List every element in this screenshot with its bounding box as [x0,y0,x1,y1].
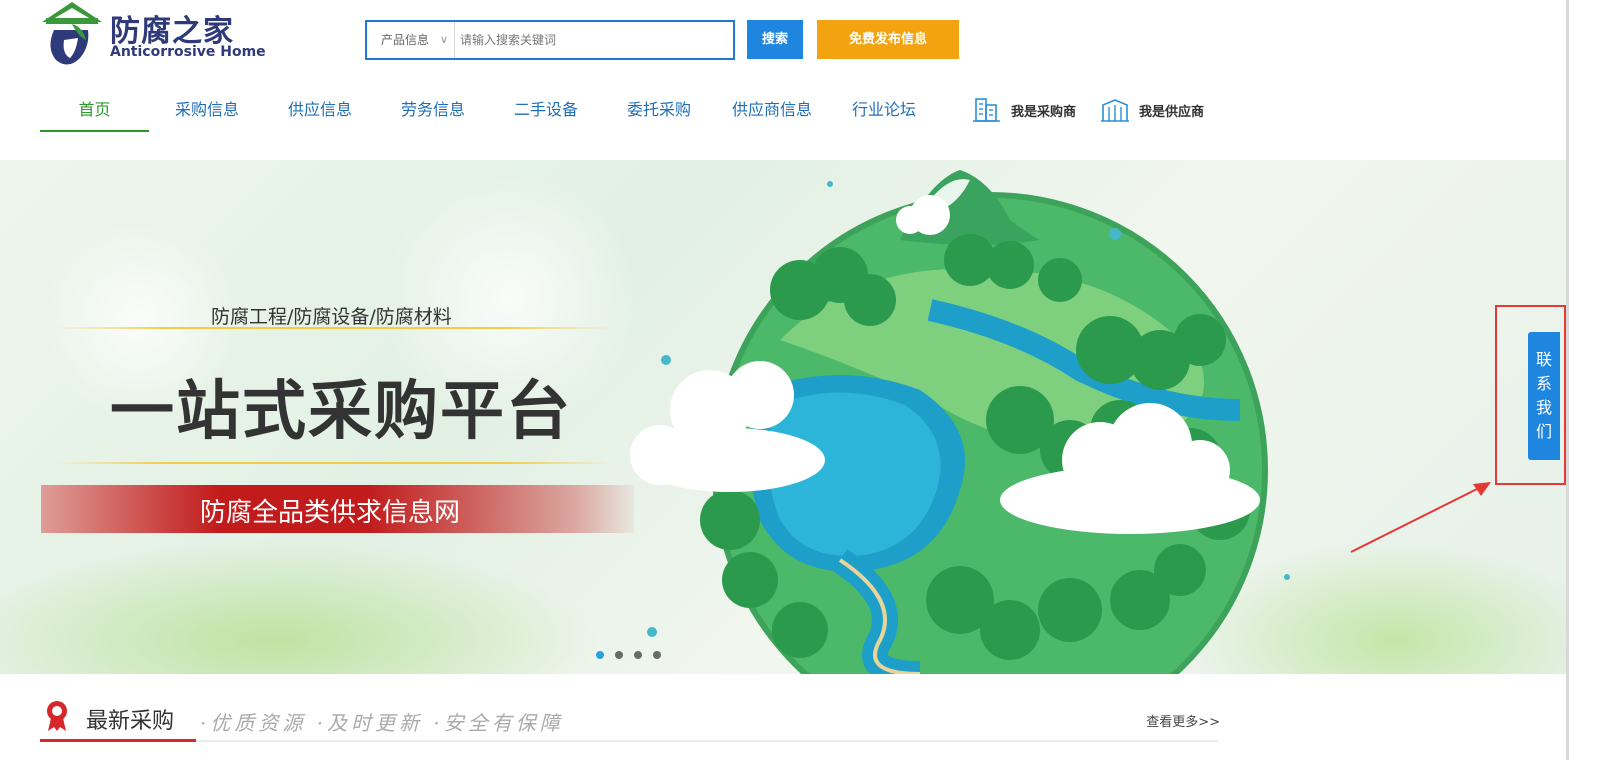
view-more-link[interactable]: 查看更多>> [1146,711,1220,730]
nav-item-home[interactable]: 首页 [40,88,149,132]
buyer-entry-label: 我是采购商 [1011,104,1077,120]
publish-info-button[interactable]: 免费发布信息 [817,20,959,59]
section-title: 最新采购 [86,709,175,734]
contact-us-label: 联系我们 [1536,350,1553,441]
logo-english-name: Anticorrosive Home [110,44,266,60]
chevron-down-icon: ∨ [439,33,448,46]
building-icon [973,98,1000,122]
factory-icon [1101,99,1129,122]
banner-gold-rule [55,327,615,329]
nav-item-purchase-info[interactable]: 采购信息 [163,88,251,132]
section-divider [40,740,1218,742]
section-slogan: ·优质资源 ·及时更新 ·安全有保障 [200,711,564,735]
carousel-dot[interactable] [634,651,642,659]
search-category-select[interactable]: 产品信息 ∨ [367,22,455,58]
banner-grass-left [0,540,600,674]
carousel-dot[interactable] [615,651,623,659]
buyer-entry[interactable]: 我是采购商 [973,96,1076,124]
carousel-dot[interactable] [653,651,661,659]
search-box: 产品信息 ∨ [365,20,735,60]
contact-us-button[interactable]: 联系我们 [1528,332,1560,460]
nav-item-supplier-info[interactable]: 供应商信息 [726,88,818,132]
page-scrollbar[interactable] [1566,0,1598,760]
nav-item-labor-info[interactable]: 劳务信息 [389,88,477,132]
globe-illustration [630,170,1290,674]
award-ribbon-icon [47,701,67,731]
nav-item-supply-info[interactable]: 供应信息 [276,88,364,132]
search-input[interactable] [456,22,733,58]
banner-title: 一站式采购平台 [110,375,572,449]
carousel-dot[interactable] [596,651,604,659]
site-header: 防腐之家 Anticorrosive Home 产品信息 ∨ 搜索 免费发布信息… [0,0,1566,160]
section-divider-accent [40,739,196,742]
scrollbar-thumb[interactable] [1566,0,1569,760]
supplier-entry[interactable]: 我是供应商 [1101,96,1204,124]
hero-banner[interactable]: 防腐工程/防腐设备/防腐材料 一站式采购平台 防腐全品类供求信息网 [0,160,1566,674]
search-button[interactable]: 搜索 [747,20,803,59]
search-category-label: 产品信息 [381,33,430,47]
nav-item-used-equipment[interactable]: 二手设备 [502,88,590,132]
supplier-entry-label: 我是供应商 [1139,104,1205,120]
carousel-dots [596,651,661,659]
banner-subtitle: 防腐工程/防腐设备/防腐材料 [211,306,452,328]
nav-item-commissioned-purchase[interactable]: 委托采购 [615,88,703,132]
banner-gold-rule [55,462,615,464]
nav-item-industry-forum[interactable]: 行业论坛 [840,88,928,132]
banner-tagline: 防腐全品类供求信息网 [200,498,461,528]
site-logo[interactable]: 防腐之家 Anticorrosive Home [38,0,266,72]
latest-purchase-section-header: 最新采购 ·优质资源 ·及时更新 ·安全有保障 查看更多>> [40,697,1220,743]
annotation-arrow-icon [1350,482,1491,553]
house-leaf-logo-icon [42,2,102,65]
